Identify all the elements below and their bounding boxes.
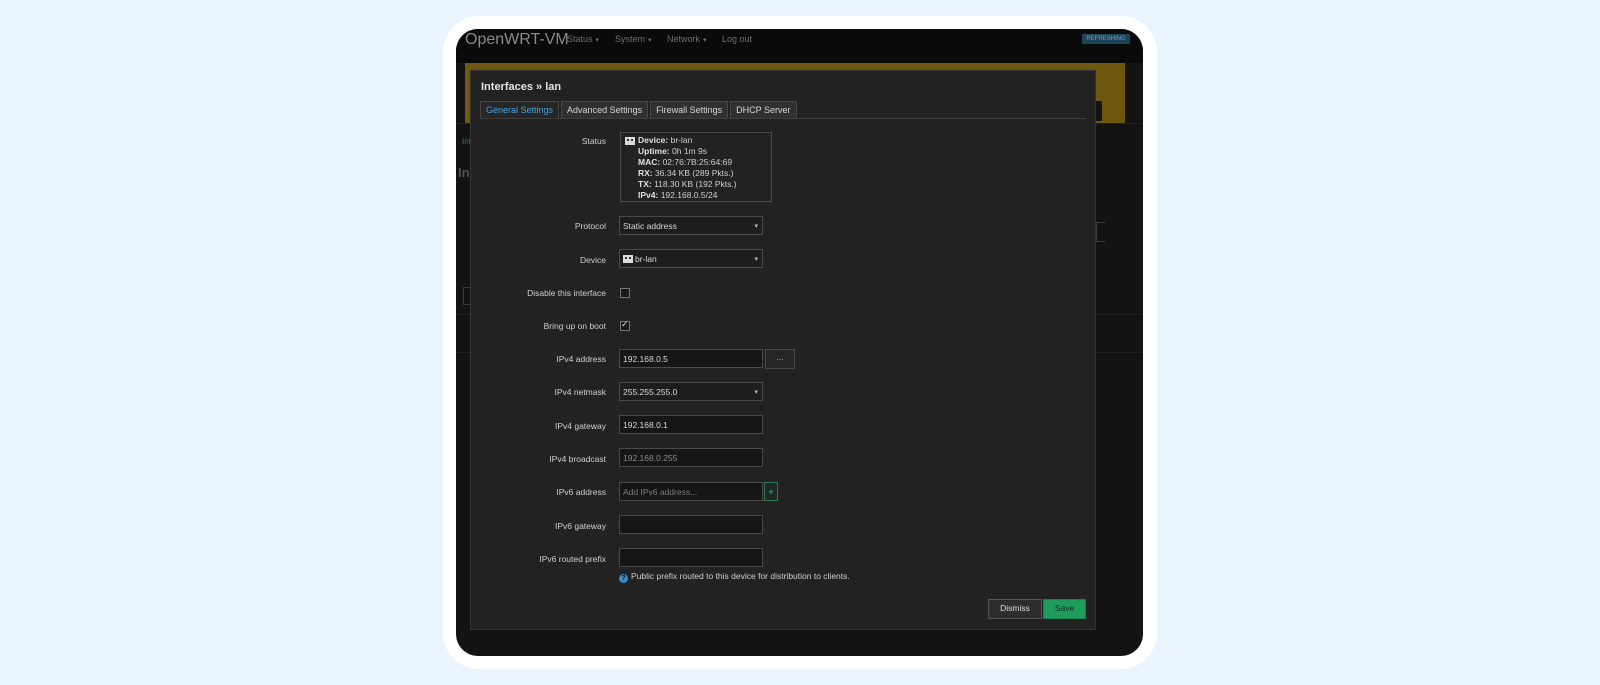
tab-dhcp-server[interactable]: DHCP Server xyxy=(730,101,797,118)
device-value: br-lan xyxy=(670,135,693,145)
tab-divider xyxy=(480,118,1086,119)
chevron-down-icon: ▾ xyxy=(754,389,758,396)
ipv6-address-placeholder: Add IPv6 address... xyxy=(623,487,698,497)
ipv6-routed-prefix-input[interactable] xyxy=(619,548,763,567)
dismiss-button[interactable]: Dismiss xyxy=(988,599,1042,619)
ipv6-routed-prefix-label: IPv6 routed prefix xyxy=(539,554,606,564)
background-control[interactable] xyxy=(1096,222,1105,242)
nav-status[interactable]: Status ▾ xyxy=(567,34,599,44)
save-button[interactable]: Save xyxy=(1043,599,1086,619)
bring-up-on-boot-label: Bring up on boot xyxy=(543,321,606,331)
interface-edit-modal: Interfaces » lan General Settings Advanc… xyxy=(470,70,1096,630)
status-label: Status xyxy=(581,136,606,146)
protocol-label: Protocol xyxy=(574,221,606,231)
ipv4-netmask-select[interactable]: 255.255.255.0 ▾ xyxy=(619,382,763,401)
ipv6-address-label: IPv6 address xyxy=(556,487,606,497)
ipv4-gateway-label: IPv4 gateway xyxy=(554,421,606,431)
network-device-icon xyxy=(625,137,635,145)
nav-network[interactable]: Network ▾ xyxy=(667,34,707,44)
tx-value: 118.30 KB (192 Pkts.) xyxy=(654,179,737,189)
modal-title: Interfaces » lan xyxy=(481,81,562,93)
disable-interface-checkbox[interactable] xyxy=(620,288,630,298)
add-ipv6-button[interactable]: + xyxy=(764,482,778,501)
nav-logout[interactable]: Log out xyxy=(722,34,752,44)
network-device-icon xyxy=(623,255,633,263)
uptime-value: 0h 1m 9s xyxy=(672,146,707,156)
tab-general-settings[interactable]: General Settings xyxy=(480,101,560,118)
ipv4-value: 192.168.0.5/24 xyxy=(660,190,718,200)
netmask-value: 255.255.255.0 xyxy=(623,387,678,397)
mac-value: 02:76:7B:25:64:69 xyxy=(662,157,733,167)
chevron-down-icon: ▾ xyxy=(595,37,600,44)
bring-up-on-boot-checkbox[interactable]: ✓ xyxy=(620,319,630,331)
ipv6-address-input[interactable]: Add IPv6 address... xyxy=(619,482,763,501)
router-topbar: OpenWRT-VM Status ▾ System ▾ Network ▾ Log … xyxy=(456,29,1143,63)
ipv4-address-more-button[interactable]: ... xyxy=(765,349,795,369)
chevron-down-icon: ▾ xyxy=(703,37,707,44)
ipv6-prefix-help: ? Public prefix routed to this device for… xyxy=(619,571,850,583)
ipv6-gateway-input[interactable] xyxy=(619,515,763,534)
rx-value: 36.34 KB (289 Pkts.) xyxy=(655,168,734,178)
browser-screen: OpenWRT-VM Status ▾ System ▾ Network ▾ Log … xyxy=(456,29,1143,656)
ipv4-broadcast-input[interactable]: 192.168.0.255 xyxy=(619,448,763,467)
protocol-select[interactable]: Static address ▾ xyxy=(619,216,763,235)
help-icon: ? xyxy=(619,574,628,583)
checkmark-icon: ✓ xyxy=(621,319,629,329)
tab-firewall-settings[interactable]: Firewall Settings xyxy=(650,101,729,118)
status-box: Device: br-lan Uptime: 0h 1m 9s MAC: 02:… xyxy=(620,132,772,202)
ipv4-netmask-label: IPv4 netmask xyxy=(554,387,607,397)
nav-system[interactable]: System ▾ xyxy=(615,34,652,44)
chevron-down-icon: ▾ xyxy=(648,37,652,44)
ipv4-address-label: IPv4 address xyxy=(556,354,606,364)
device-select-value: br-lan xyxy=(635,254,657,264)
disable-interface-label: Disable this interface xyxy=(527,288,606,298)
refresh-badge[interactable]: REFRESHING xyxy=(1082,34,1130,44)
ipv4-gateway-input[interactable]: 192.168.0.1 xyxy=(619,415,763,434)
device-select[interactable]: br-lan ▾ xyxy=(619,249,763,268)
ipv6-gateway-label: IPv6 gateway xyxy=(554,521,606,531)
protocol-value: Static address xyxy=(623,221,677,231)
help-text: Public prefix routed to this device for … xyxy=(631,571,850,581)
tab-advanced-settings[interactable]: Advanced Settings xyxy=(561,101,649,118)
modal-tabs: General Settings Advanced Settings Firew… xyxy=(480,101,799,118)
chevron-down-icon: ▾ xyxy=(754,223,758,230)
brand-logo[interactable]: OpenWRT-VM xyxy=(465,31,569,49)
ipv4-broadcast-label: IPv4 broadcast xyxy=(549,454,606,464)
device-label: Device xyxy=(580,255,606,265)
ipv4-address-input[interactable]: 192.168.0.5 xyxy=(619,349,763,368)
chevron-down-icon: ▾ xyxy=(754,256,758,263)
